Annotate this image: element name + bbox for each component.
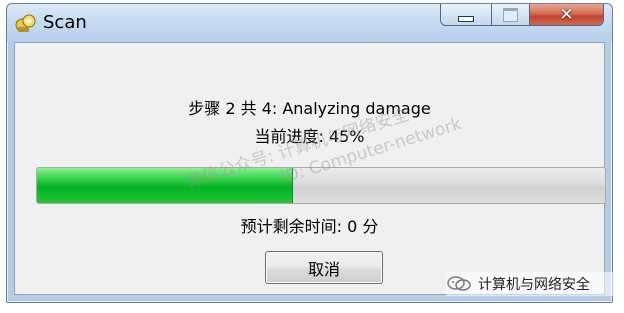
- wechat-icon: [447, 276, 471, 291]
- source-badge-text: 计算机与网络安全: [478, 277, 590, 293]
- minimize-button[interactable]: [441, 4, 493, 25]
- wechat-source-badge: 计算机与网络安全: [446, 272, 616, 296]
- window-title: Scan: [43, 12, 87, 33]
- scan-app-icon: [15, 12, 37, 34]
- minimize-icon: [458, 16, 475, 22]
- maximize-icon: [503, 8, 519, 22]
- title-bar[interactable]: Scan ✕: [7, 4, 612, 42]
- dialog-content: 步骤 2 共 4: Analyzing damage 当前进度: 45% 预计剩…: [14, 42, 606, 295]
- scan-window: Scan ✕ 步骤 2 共 4: Analyzing damage 当前进度: …: [6, 3, 613, 303]
- close-icon: ✕: [559, 4, 574, 25]
- window-controls: ✕: [440, 4, 604, 26]
- cancel-button[interactable]: 取消: [265, 251, 383, 284]
- time-remaining-label: 预计剩余时间: 0 分: [240, 217, 379, 236]
- scan-step-label: 步骤 2 共 4: Analyzing damage: [188, 99, 431, 118]
- close-button[interactable]: ✕: [529, 4, 603, 25]
- maximize-button[interactable]: [492, 4, 530, 25]
